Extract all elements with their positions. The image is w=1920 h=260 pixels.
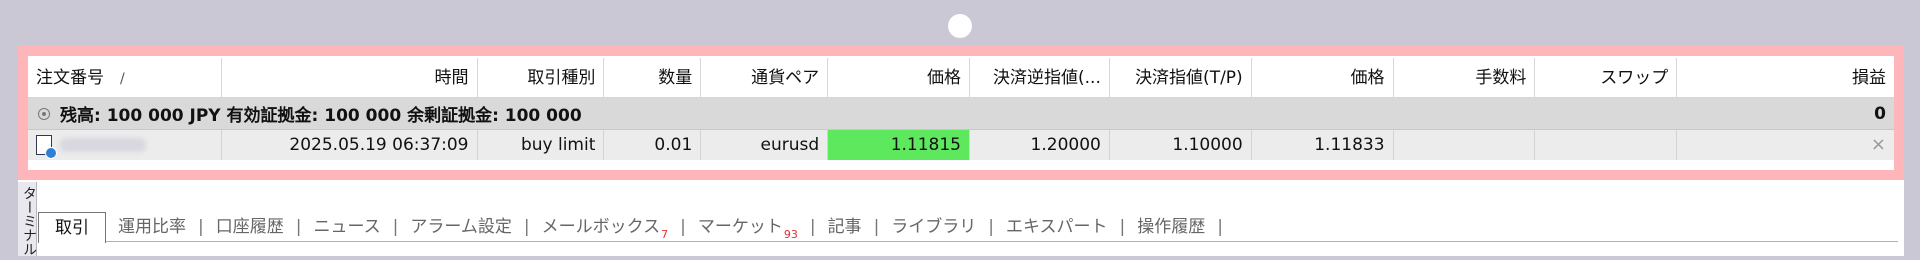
mailbox-badge: 7 bbox=[661, 228, 669, 241]
tab-library-label: ライブラリ bbox=[891, 217, 977, 237]
col-symbol[interactable]: 通貨ペア bbox=[701, 57, 829, 98]
order-ticket bbox=[28, 130, 222, 160]
ticket-number-redacted bbox=[60, 138, 146, 152]
pending-order-icon bbox=[36, 135, 57, 159]
order-type: buy limit bbox=[478, 130, 605, 160]
balance-profit: 0 bbox=[1874, 103, 1886, 124]
col-price[interactable]: 価格 bbox=[828, 57, 970, 98]
tab-experts[interactable]: エキスパート bbox=[994, 213, 1120, 241]
tab-history-label: 口座履歴 bbox=[215, 217, 284, 237]
tab-separator: | bbox=[1217, 217, 1223, 237]
col-ticket-label: 注文番号 bbox=[36, 67, 104, 88]
tab-news[interactable]: ニュース bbox=[301, 213, 392, 241]
tab-history[interactable]: 口座履歴 bbox=[204, 213, 296, 241]
terminal-side-tab[interactable]: ターミナル bbox=[18, 182, 37, 256]
col-tp[interactable]: 決済指値(T/P) bbox=[1110, 57, 1252, 98]
col-type[interactable]: 取引種別 bbox=[478, 57, 605, 98]
order-volume: 0.01 bbox=[604, 130, 702, 160]
tab-trade[interactable]: 取引 bbox=[38, 211, 106, 243]
order-tp[interactable]: 1.10000 bbox=[1110, 130, 1252, 160]
order-symbol: eurusd bbox=[701, 130, 829, 160]
balance-row[interactable]: 残高: 100 000 JPY 有効証拠金: 100 000 余剰証拠金: 10… bbox=[28, 98, 1894, 130]
order-current-price: 1.11833 bbox=[1252, 130, 1394, 160]
sort-indicator-icon: / bbox=[120, 70, 125, 87]
orders-table: 注文番号 / 時間 取引種別 数量 通貨ペア 価格 決済逆指値(... 決済指値(… bbox=[28, 57, 1894, 160]
col-swap[interactable]: スワップ bbox=[1535, 57, 1678, 98]
tab-market[interactable]: マーケット93 bbox=[686, 213, 810, 241]
tab-journal-label: 操作履歴 bbox=[1137, 217, 1206, 237]
order-price[interactable]: 1.11815 bbox=[828, 130, 970, 160]
order-time: 2025.05.19 06:37:09 bbox=[222, 130, 478, 160]
close-order-icon[interactable]: × bbox=[1871, 134, 1886, 155]
table-row[interactable]: 2025.05.19 06:37:09 buy limit 0.01 eurus… bbox=[28, 130, 1894, 160]
balance-text: 残高: 100 000 JPY 有効証拠金: 100 000 余剰証拠金: 10… bbox=[60, 106, 582, 126]
order-commission bbox=[1394, 130, 1536, 160]
order-sl[interactable]: 1.20000 bbox=[970, 130, 1110, 160]
balance-icon bbox=[38, 107, 50, 120]
col-time[interactable]: 時間 bbox=[222, 57, 478, 98]
tab-library[interactable]: ライブラリ bbox=[879, 213, 988, 241]
market-badge: 93 bbox=[783, 228, 798, 241]
tab-articles-label: 記事 bbox=[827, 217, 862, 237]
tab-alerts[interactable]: アラーム設定 bbox=[398, 213, 524, 241]
tab-experts-label: エキスパート bbox=[1006, 217, 1108, 237]
col-profit[interactable]: 損益 bbox=[1677, 58, 1894, 98]
tab-market-label: マーケット bbox=[697, 217, 783, 237]
col-ticket[interactable]: 注文番号 / bbox=[28, 57, 222, 98]
tab-trade-label: 取引 bbox=[55, 217, 89, 238]
order-close: × bbox=[1677, 130, 1894, 160]
camera-dot bbox=[948, 14, 972, 38]
col-volume[interactable]: 数量 bbox=[604, 57, 702, 98]
tab-news-label: ニュース bbox=[313, 217, 381, 237]
terminal-side-tab-label: ターミナル bbox=[21, 186, 37, 256]
terminal-tabs: 取引 運用比率 | 口座履歴 | ニュース | アラーム設定 | メールボックス… bbox=[38, 211, 1898, 243]
tab-mailbox-label: メールボックス bbox=[541, 217, 661, 237]
order-swap bbox=[1535, 130, 1678, 160]
tab-exposure[interactable]: 運用比率 bbox=[106, 213, 198, 241]
tabs-baseline bbox=[38, 241, 1898, 242]
col-sl[interactable]: 決済逆指値(... bbox=[970, 57, 1110, 98]
tab-alerts-label: アラーム設定 bbox=[410, 217, 512, 237]
col-commission[interactable]: 手数料 bbox=[1394, 57, 1536, 98]
col-current-price[interactable]: 価格 bbox=[1252, 57, 1394, 98]
tab-mailbox[interactable]: メールボックス7 bbox=[530, 213, 681, 241]
tab-journal[interactable]: 操作履歴 bbox=[1125, 213, 1217, 241]
tab-articles[interactable]: 記事 bbox=[816, 213, 874, 241]
table-header: 注文番号 / 時間 取引種別 数量 通貨ペア 価格 決済逆指値(... 決済指値(… bbox=[28, 57, 1894, 98]
tab-exposure-label: 運用比率 bbox=[118, 217, 186, 237]
